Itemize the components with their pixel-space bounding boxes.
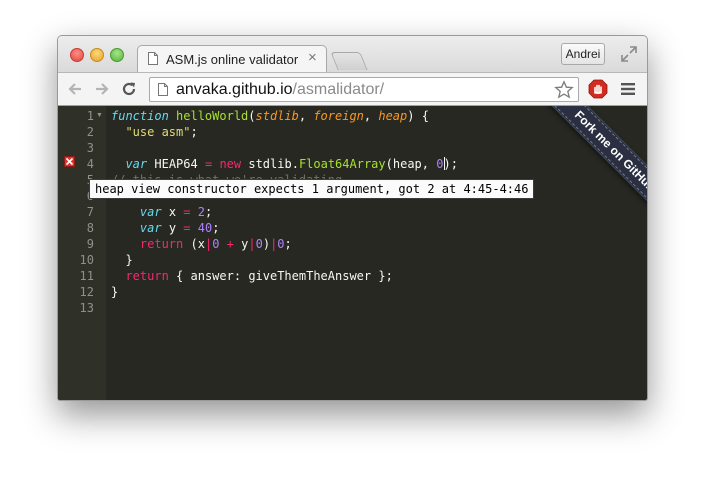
line-number: 12 <box>79 285 94 299</box>
code-line-1: function helloWorld(stdlib, foreign, hea… <box>111 109 429 123</box>
line-number: 13 <box>79 301 94 315</box>
line-number: 2 <box>86 125 94 139</box>
reload-icon[interactable] <box>120 80 138 98</box>
url-path: /asmalidator/ <box>292 81 385 98</box>
line-number: 10 <box>79 253 94 267</box>
window-minimize-button[interactable] <box>90 48 104 62</box>
line-number: 11 <box>79 269 94 283</box>
forward-arrow-icon[interactable] <box>93 80 111 98</box>
browser-toolbar: anvaka.github.io/asmalidator/ <box>58 72 647 106</box>
tab-close-icon[interactable]: × <box>308 50 317 66</box>
code-line-11: return { answer: giveThemTheAnswer }; <box>125 269 393 283</box>
new-tab-button[interactable] <box>330 52 368 70</box>
page-icon <box>148 52 158 65</box>
code-line-10: } <box>111 253 133 267</box>
code-line-12: } <box>111 285 119 299</box>
line-number: 7 <box>86 205 94 219</box>
menu-icon[interactable] <box>621 82 635 96</box>
fullscreen-icon[interactable] <box>620 45 638 63</box>
back-arrow-icon[interactable] <box>66 80 84 98</box>
profile-button[interactable]: Andrei <box>561 43 605 65</box>
browser-window: ASM.js online validator × Andrei anvaka.… <box>57 35 648 401</box>
address-bar[interactable]: anvaka.github.io/asmalidator/ <box>149 77 579 102</box>
window-close-button[interactable] <box>70 48 84 62</box>
error-marker-icon[interactable] <box>64 156 75 167</box>
tab-title: ASM.js online validator <box>166 52 299 67</box>
code-line-2: "use asm"; <box>125 125 198 139</box>
adblock-extension-icon[interactable] <box>588 79 608 99</box>
tab-asmjs-validator[interactable]: ASM.js online validator × <box>137 45 327 72</box>
error-tooltip: heap view constructor expects 1 argument… <box>89 179 535 199</box>
bookmark-star-icon[interactable] <box>554 80 574 100</box>
code-line-9: return (x|0 + y|0)|0; <box>139 237 292 251</box>
fork-me-ribbon[interactable]: Fork me on GitHub <box>545 106 647 221</box>
text-cursor <box>444 157 445 170</box>
code-editor[interactable]: 1 2 3 4 5 6 7 8 9 10 11 12 13 ▼ function… <box>58 106 647 400</box>
url-host: anvaka.github.io <box>176 81 293 98</box>
code-line-7: var x = 2; <box>139 205 213 219</box>
line-number: 9 <box>86 237 94 251</box>
title-bar: ASM.js online validator × Andrei <box>58 36 647 72</box>
line-number: 3 <box>86 141 94 155</box>
line-number: 1 <box>86 109 94 123</box>
line-number: 8 <box>86 221 94 235</box>
fold-arrow-icon[interactable]: ▼ <box>96 108 103 124</box>
code-line-4: var HEAP64 = new stdlib.Float64Array(hea… <box>125 157 458 171</box>
page-icon <box>158 83 168 96</box>
window-zoom-button[interactable] <box>110 48 124 62</box>
line-number-gutter: 1 2 3 4 5 6 7 8 9 10 11 12 13 ▼ <box>58 106 106 400</box>
code-line-8: var y = 40; <box>139 221 220 235</box>
url-text[interactable]: anvaka.github.io/asmalidator/ <box>176 80 384 100</box>
